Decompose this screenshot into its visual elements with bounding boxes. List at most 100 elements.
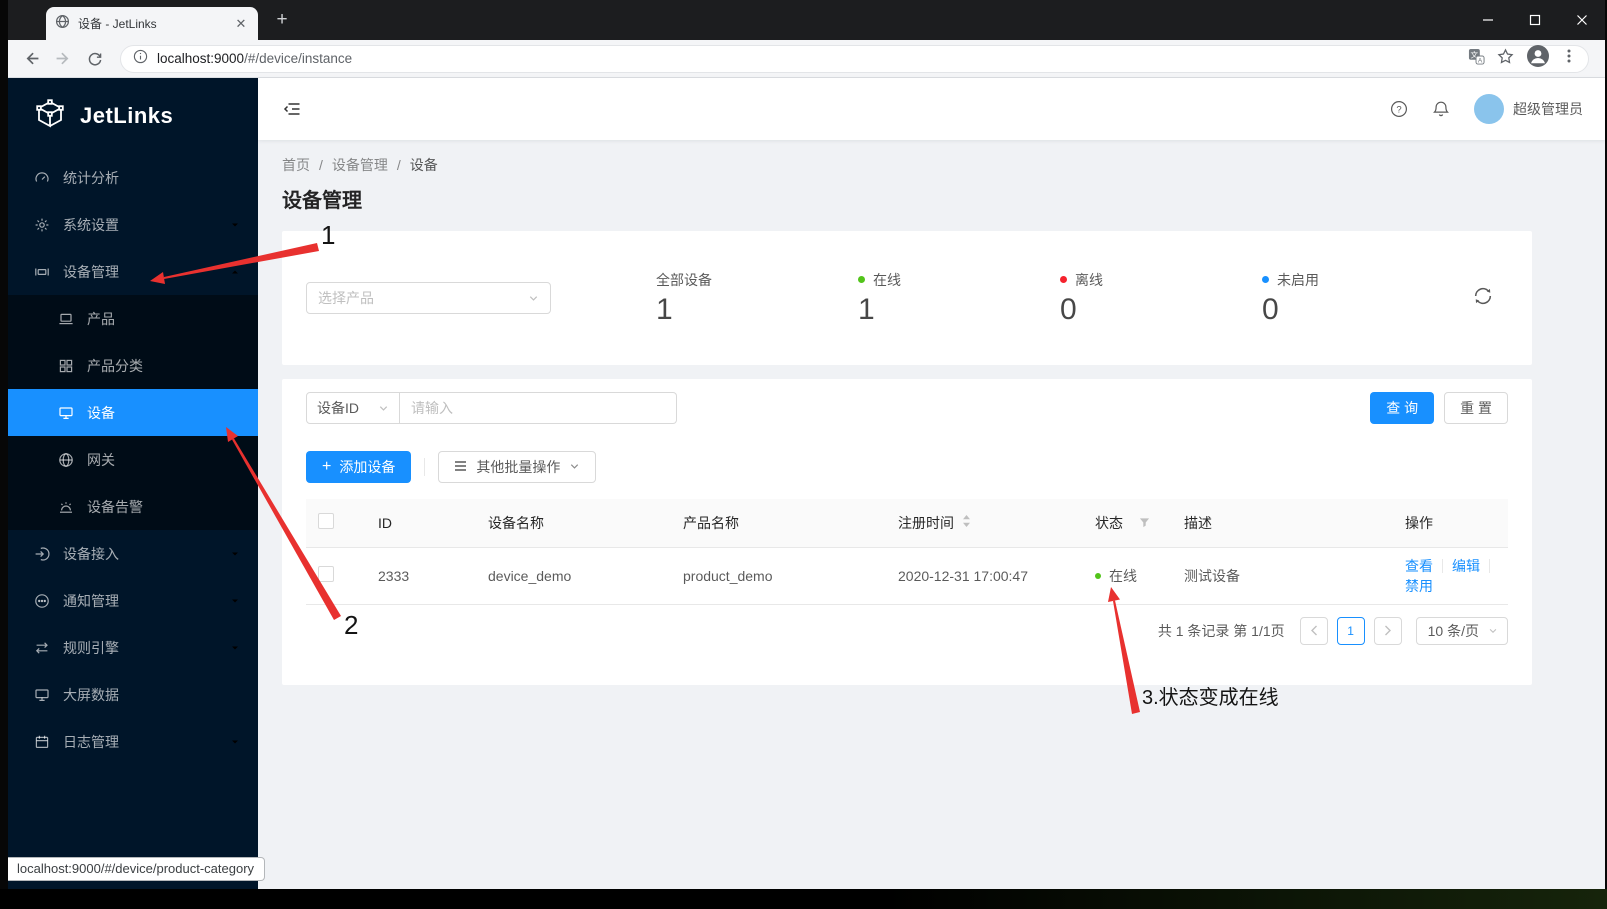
stat-offline: 离线 0 xyxy=(1060,270,1262,327)
row-checkbox[interactable] xyxy=(318,566,334,582)
stat-all-devices: 全部设备 1 xyxy=(656,270,858,327)
product-select[interactable]: 选择产品 xyxy=(306,282,551,314)
sidebar-item-rule-engine[interactable]: 规则引擎 xyxy=(8,624,258,671)
avatar xyxy=(1474,94,1504,124)
cell-id: 2333 xyxy=(354,547,464,605)
app-logo[interactable]: JetLinks xyxy=(8,78,258,154)
status-bar-link: localhost:9000/#/device/product-category xyxy=(8,857,266,881)
product-select-placeholder: 选择产品 xyxy=(318,290,374,306)
tab-close-icon[interactable]: ✕ xyxy=(233,16,249,32)
login-icon xyxy=(34,546,50,562)
sidebar-item-statistics[interactable]: 统计分析 xyxy=(8,154,258,201)
browser-tab[interactable]: 设备 - JetLinks ✕ xyxy=(46,7,258,40)
bell-icon[interactable] xyxy=(1432,100,1450,118)
sidebar-item-big-screen[interactable]: 大屏数据 xyxy=(8,671,258,718)
browser-menu-icon[interactable] xyxy=(1562,48,1576,69)
stat-offline-value: 0 xyxy=(1060,292,1077,326)
desktop-background xyxy=(0,889,1607,909)
bookmark-star-icon[interactable] xyxy=(1497,47,1514,70)
column-description: 描述 xyxy=(1160,499,1381,548)
query-button[interactable]: 查 询 xyxy=(1370,392,1435,424)
cell-product-name: product_demo xyxy=(659,547,874,605)
menu-fold-icon[interactable] xyxy=(283,100,301,118)
edit-link[interactable]: 编辑 xyxy=(1452,558,1480,574)
pagination: 共 1 条记录 第 1/1页 1 10 条/页 xyxy=(306,616,1508,645)
sidebar-item-product-category[interactable]: 产品分类 xyxy=(8,342,258,389)
screen-icon xyxy=(34,687,50,703)
stat-not-enabled: 未启用 0 xyxy=(1262,270,1464,327)
message-icon xyxy=(34,593,50,609)
back-icon[interactable] xyxy=(18,46,44,72)
forward-icon[interactable] xyxy=(50,46,76,72)
user-menu[interactable]: 超级管理员 xyxy=(1474,94,1583,124)
chevron-down-icon xyxy=(230,596,240,606)
page-title: 设备管理 xyxy=(282,190,362,212)
browser-profile-avatar[interactable] xyxy=(1526,44,1550,73)
bars-icon xyxy=(454,459,467,475)
window-maximize-button[interactable] xyxy=(1511,0,1558,40)
stat-all-devices-value: 1 xyxy=(656,292,673,326)
site-info-icon[interactable] xyxy=(133,49,148,69)
address-bar[interactable]: localhost:9000/#/device/instance 文 A xyxy=(120,44,1589,73)
breadcrumb-home[interactable]: 首页 xyxy=(282,157,310,173)
browser-titlebar: 设备 - JetLinks ✕ + xyxy=(8,0,1605,40)
sync-refresh-icon[interactable] xyxy=(1472,285,1494,312)
cell-description: 测试设备 xyxy=(1160,547,1381,605)
status-text: 在线 xyxy=(1109,567,1137,584)
device-table: ID 设备名称 产品名称 注册时间 状态 描述 操作 2333 device_d… xyxy=(306,499,1508,605)
not-enabled-dot xyxy=(1262,276,1269,283)
add-device-button[interactable]: + 添加设备 xyxy=(306,451,412,483)
url-text: localhost:9000/#/device/instance xyxy=(157,51,353,66)
sidebar-menu: 统计分析 系统设置 设备管理 产品 产品分类 设备 网关 设备告警 设备接入 通… xyxy=(8,154,258,765)
search-input[interactable] xyxy=(400,392,677,424)
translate-icon[interactable]: 文 A xyxy=(1468,48,1485,70)
device-stats: 全部设备 1 在线 1 离线 0 未启用 0 xyxy=(656,270,1472,327)
column-id: ID xyxy=(354,499,464,548)
sidebar-item-device-access[interactable]: 设备接入 xyxy=(8,530,258,577)
reset-button[interactable]: 重 置 xyxy=(1444,392,1508,424)
calendar-icon xyxy=(34,734,50,750)
new-tab-button[interactable]: + xyxy=(270,9,294,33)
device-table-card: 设备ID 查 询 重 置 xyxy=(282,379,1532,685)
chevron-down-icon xyxy=(1488,623,1498,639)
batch-operations-button[interactable]: 其他批量操作 xyxy=(438,451,597,483)
sidebar-item-gateway[interactable]: 网关 xyxy=(8,436,258,483)
sidebar-item-log-management[interactable]: 日志管理 xyxy=(8,718,258,765)
search-field-select[interactable]: 设备ID xyxy=(306,392,400,424)
browser-toolbar: localhost:9000/#/device/instance 文 A xyxy=(8,40,1605,78)
window-close-button[interactable] xyxy=(1558,0,1605,40)
refresh-icon[interactable] xyxy=(82,46,108,72)
table-header-row: ID 设备名称 产品名称 注册时间 状态 描述 操作 xyxy=(306,499,1508,548)
view-link[interactable]: 查看 xyxy=(1405,558,1433,574)
page-1-button[interactable]: 1 xyxy=(1336,616,1365,645)
chevron-down-icon xyxy=(230,220,240,230)
tab-title: 设备 - JetLinks xyxy=(78,17,157,31)
page-size-select[interactable]: 10 条/页 xyxy=(1415,616,1508,645)
browser-window: 设备 - JetLinks ✕ + localhost:9000/#/devic… xyxy=(8,0,1605,889)
sidebar-item-product[interactable]: 产品 xyxy=(8,295,258,342)
cell-device-name: device_demo xyxy=(464,547,659,605)
select-all-checkbox[interactable] xyxy=(318,513,334,530)
filter-funnel-icon[interactable] xyxy=(1139,515,1150,531)
sort-carets-icon[interactable] xyxy=(962,514,971,531)
sidebar-item-device-alarm[interactable]: 设备告警 xyxy=(8,483,258,530)
help-icon[interactable]: ? xyxy=(1390,100,1408,118)
next-page-button[interactable] xyxy=(1373,616,1402,645)
sidebar-item-notify-management[interactable]: 通知管理 xyxy=(8,577,258,624)
app-header: ? 超级管理员 xyxy=(258,78,1605,140)
sidebar-item-device-management[interactable]: 设备管理 xyxy=(8,248,258,295)
breadcrumb-current: 设备 xyxy=(409,157,438,173)
cell-register-time: 2020-12-31 17:00:47 xyxy=(874,547,1071,605)
dashboard-icon xyxy=(34,170,50,186)
sidebar-item-system-settings[interactable]: 系统设置 xyxy=(8,201,258,248)
window-minimize-button[interactable] xyxy=(1464,0,1511,40)
table-row: 2333 device_demo product_demo 2020-12-31… xyxy=(306,547,1508,605)
disable-link[interactable]: 禁用 xyxy=(1405,578,1433,594)
breadcrumb-device-management[interactable]: 设备管理 xyxy=(332,157,388,173)
sidebar-item-device[interactable]: 设备 xyxy=(8,389,258,436)
alarm-icon xyxy=(58,499,74,515)
sidebar: JetLinks 统计分析 系统设置 设备管理 产品 产品分类 设备 网关 设备… xyxy=(8,78,258,889)
chevron-down-icon xyxy=(378,403,389,414)
prev-page-button[interactable] xyxy=(1299,616,1328,645)
chevron-down-icon xyxy=(230,737,240,747)
